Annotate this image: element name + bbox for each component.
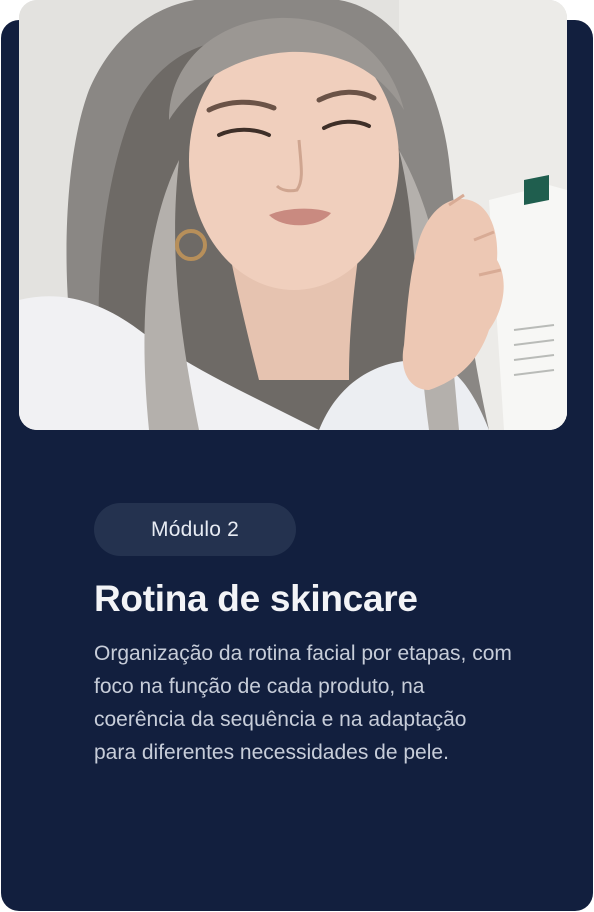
module-photo	[19, 0, 567, 430]
woman-reading-product-illustration	[19, 0, 567, 430]
module-title: Rotina de skincare	[94, 578, 418, 619]
module-badge: Módulo 2	[94, 503, 296, 556]
module-badge-label: Módulo 2	[151, 517, 239, 541]
module-description: Organização da rotina facial por etapas,…	[94, 642, 512, 764]
